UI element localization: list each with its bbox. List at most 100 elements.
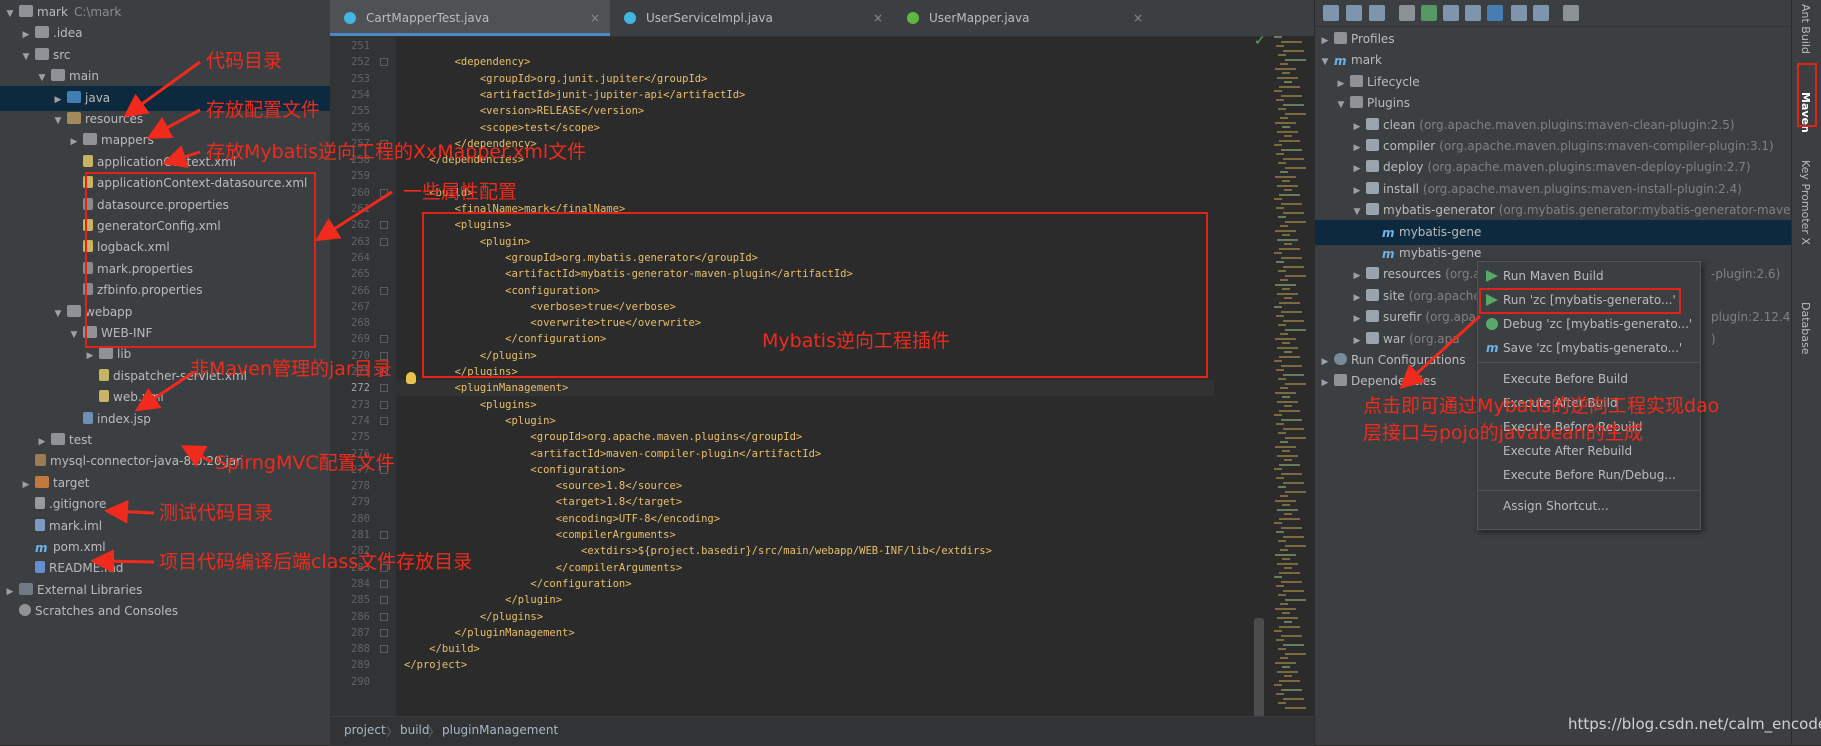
- minimap-line: [1282, 126, 1290, 128]
- code-line[interactable]: </configuration>: [396, 576, 631, 592]
- line-number: 263: [351, 235, 370, 248]
- code-line[interactable]: [396, 38, 404, 54]
- project-item-label: web.xml: [113, 390, 164, 405]
- refresh-icon[interactable]: [1323, 5, 1339, 21]
- code-line[interactable]: </project>: [396, 657, 467, 673]
- context-menu-item[interactable]: Run Maven Build: [1478, 264, 1700, 288]
- folder-icon: [1350, 96, 1363, 109]
- ant-build-tab[interactable]: Ant Build: [1799, 4, 1812, 54]
- line-number: 252: [351, 56, 370, 69]
- project-item-label: index.jsp: [97, 411, 151, 426]
- editor-tab[interactable]: UserMapper.java ×: [893, 0, 1153, 36]
- code-line[interactable]: </build>: [396, 641, 480, 657]
- collapse-icon[interactable]: [1511, 5, 1527, 21]
- code-line[interactable]: <dependency>: [396, 54, 531, 70]
- code-line[interactable]: [396, 674, 404, 690]
- code-line[interactable]: <artifactId>junit-jupiter-api</artifactI…: [396, 87, 746, 103]
- fold-marker-icon[interactable]: [380, 188, 388, 197]
- breadcrumb-item[interactable]: project: [344, 723, 386, 737]
- code-line[interactable]: <scope>test</scope>: [396, 120, 600, 136]
- minimap-line: [1284, 135, 1292, 137]
- code-line[interactable]: </pluginManagement>: [396, 625, 575, 641]
- code-line[interactable]: <groupId>org.apache.maven.plugins</group…: [396, 429, 802, 445]
- minimap-line: [1281, 256, 1302, 259]
- database-tab[interactable]: Database: [1799, 302, 1812, 355]
- settings-icon[interactable]: [1563, 5, 1579, 21]
- fold-marker-icon[interactable]: [380, 335, 388, 344]
- code-line[interactable]: </plugins>: [396, 609, 543, 625]
- minimap-line: [1278, 216, 1286, 218]
- code-line[interactable]: <artifactId>maven-compiler-plugin</artif…: [396, 446, 821, 462]
- code-minimap[interactable]: [1272, 36, 1314, 716]
- project-tree-row[interactable]: Scratches and Consoles: [0, 599, 330, 624]
- code-line[interactable]: <pluginManagement>: [396, 380, 1214, 397]
- key-promoter-tab[interactable]: Key Promoter X: [1799, 160, 1812, 245]
- code-line[interactable]: <extdirs>${project.basedir}/src/main/web…: [396, 543, 992, 559]
- code-line[interactable]: <groupId>org.junit.jupiter</groupId>: [396, 71, 708, 87]
- context-menu-item[interactable]: Debug 'zc [mybatis-generato...': [1478, 312, 1700, 336]
- add-icon[interactable]: [1399, 5, 1415, 21]
- close-tab-icon[interactable]: ×: [873, 0, 883, 36]
- minimap-line: [1285, 652, 1306, 655]
- fold-marker-icon[interactable]: [380, 286, 388, 295]
- fold-marker-icon[interactable]: [380, 221, 388, 230]
- code-line[interactable]: <plugin>: [396, 413, 556, 429]
- download-icon[interactable]: [1369, 5, 1385, 21]
- context-menu-item[interactable]: Execute Before Build: [1478, 367, 1700, 391]
- fold-marker-icon[interactable]: [380, 579, 388, 588]
- toggle-offline-icon[interactable]: [1443, 5, 1459, 21]
- fold-marker-icon[interactable]: [380, 416, 388, 425]
- context-menu-item[interactable]: m Save 'zc [mybatis-generato...': [1478, 336, 1700, 360]
- maven-item-coordinates: (org.apache.maven.plugins:maven-compiler…: [1439, 139, 1774, 153]
- close-tab-icon[interactable]: ×: [1133, 0, 1143, 36]
- editor-tab[interactable]: UserServiceImpl.java ×: [610, 0, 893, 36]
- breadcrumb-item[interactable]: build: [400, 723, 430, 737]
- close-tab-icon[interactable]: ×: [590, 0, 600, 36]
- fold-marker-icon[interactable]: [380, 531, 388, 539]
- maven-item-label: mybatis-gene: [1399, 224, 1482, 239]
- fold-marker-icon[interactable]: [380, 400, 388, 409]
- code-line[interactable]: <plugins>: [396, 397, 537, 413]
- plugin-icon: [1366, 331, 1379, 344]
- fold-marker-icon[interactable]: [380, 596, 388, 605]
- fold-marker-icon[interactable]: [380, 58, 388, 67]
- context-menu-item[interactable]: Execute Before Run/Debug...: [1478, 463, 1700, 487]
- plugin-icon: [1366, 117, 1379, 130]
- minimap-line: [1274, 144, 1282, 146]
- gear-icon: [1334, 353, 1347, 365]
- fold-marker-icon[interactable]: [380, 384, 388, 393]
- skip-tests-icon[interactable]: [1465, 5, 1481, 21]
- minimap-line: [1277, 400, 1298, 403]
- intention-bulb-icon[interactable]: [406, 372, 416, 384]
- code-line[interactable]: <compilerArguments>: [396, 527, 676, 543]
- fold-marker-icon[interactable]: [380, 645, 388, 654]
- show-dependencies-icon[interactable]: [1487, 5, 1503, 21]
- minimap-line: [1283, 157, 1304, 160]
- breadcrumb-item[interactable]: pluginManagement: [442, 723, 558, 737]
- minimap-line: [1274, 684, 1282, 686]
- minimap-line: [1276, 207, 1284, 209]
- line-number: 278: [351, 480, 370, 493]
- code-line[interactable]: <encoding>UTF-8</encoding>: [396, 511, 720, 527]
- context-menu-item[interactable]: Assign Shortcut...: [1478, 494, 1700, 518]
- minimap-line: [1284, 81, 1292, 83]
- code-line[interactable]: <version>RELEASE</version>: [396, 103, 644, 119]
- maven-item-coordinates: (org.apache.maven.plugins:maven-install-…: [1422, 181, 1742, 196]
- code-line[interactable]: <target>1.8</target>: [396, 494, 682, 510]
- minimap-line: [1284, 351, 1292, 353]
- code-line[interactable]: <configuration>: [396, 462, 625, 478]
- expand-arrow-icon[interactable]: ▶: [1319, 371, 1331, 396]
- run-icon[interactable]: [1421, 5, 1437, 21]
- minimap-line: [1274, 252, 1282, 254]
- code-line[interactable]: </plugin>: [396, 592, 562, 608]
- code-line[interactable]: <source>1.8</source>: [396, 478, 682, 494]
- fold-marker-icon[interactable]: [380, 628, 388, 637]
- fold-marker-icon[interactable]: [380, 612, 388, 621]
- minimap-line: [1283, 535, 1304, 538]
- expand-icon[interactable]: [1533, 5, 1549, 21]
- reimport-icon[interactable]: [1346, 5, 1362, 21]
- fold-marker-icon[interactable]: [380, 237, 388, 246]
- editor-scrollbar[interactable]: [1254, 618, 1264, 718]
- editor-tab[interactable]: CartMapperTest.java ×: [330, 0, 610, 36]
- plugin-icon: [1366, 310, 1379, 323]
